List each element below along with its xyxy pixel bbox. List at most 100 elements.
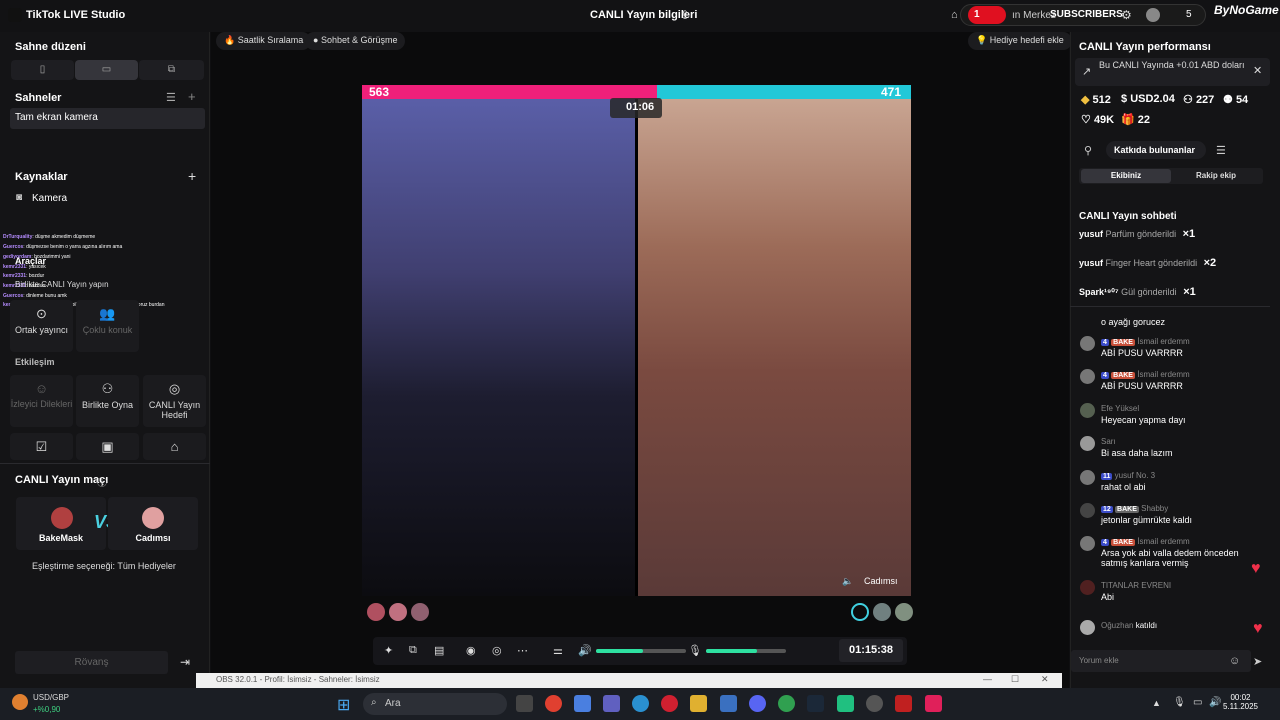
ticker-change: +%0,90 [33,705,61,714]
supporter-avatar[interactable] [851,603,869,621]
avatar [1080,580,1095,595]
steam-icon[interactable] [807,695,824,712]
supporter-avatar[interactable] [389,603,407,621]
emoji-icon[interactable]: ☺ [1229,655,1240,667]
add-source-icon[interactable]: + [188,168,196,184]
tab-your-team[interactable]: Ekibiniz [1081,169,1171,183]
source-item[interactable]: Kamera [32,193,67,204]
speaker-icon[interactable]: 🔈 [842,576,853,587]
list-icon[interactable]: ☰ [166,91,176,104]
multi-guest-card[interactable]: 👥 Çoklu konuk [76,300,139,352]
tool-card-extra-3[interactable]: ⌂ [143,433,206,460]
comment-input[interactable]: Yorum ekle [1071,650,1251,672]
chrome-icon[interactable] [545,695,562,712]
tool-card-extra-1[interactable]: ☑ [10,433,73,460]
obs-window-bar[interactable]: OBS 32.0.1 - Profil: İsimsiz - Sahneler:… [196,673,1062,688]
share-icon[interactable]: ⇪ [680,8,690,22]
edge-icon[interactable] [632,695,649,712]
layout-custom[interactable]: ⧉ [139,60,204,80]
person-plus-icon: ⚉ [1223,94,1233,106]
overlay-chat-line: Guercos: düşmezse benim o yarra agzına a… [3,244,123,250]
mic-icon[interactable]: 🎙 [688,644,702,657]
effects-icon[interactable]: ✦ [384,644,393,657]
maximize-icon[interactable]: ☐ [1011,674,1019,685]
chat-call-pill[interactable]: ● Sohbet & Görüşme [305,32,406,50]
viewer-wishes-card[interactable]: ☺ İzleyici Dilekleri [10,375,73,427]
finance-widget-icon[interactable] [12,694,28,710]
obs-icon[interactable] [866,695,883,712]
co-host-icon: ⊙ [36,306,47,321]
list-icon[interactable]: ☰ [1216,144,1226,157]
gift-message: yusuf Parfüm gönderildi ×1 [1079,228,1196,240]
more-icon[interactable]: ⋯ [517,644,528,657]
subscriber-red-badge: 1 [968,6,1006,24]
help-icon[interactable]: ⓘ [97,474,107,489]
settings-sliders-icon[interactable]: ⚌ [553,644,563,657]
user-icon[interactable]: ⚲ [1084,144,1092,157]
rematch-button[interactable]: Rövanş [15,651,168,674]
minimize-icon[interactable]: — [983,674,992,684]
add-scene-icon[interactable]: + [188,89,196,104]
gear-icon[interactable]: ⚙ [1121,8,1132,22]
store-icon[interactable] [574,695,591,712]
supporter-avatar[interactable] [873,603,891,621]
close-icon[interactable]: ✕ [1041,674,1049,685]
stage-layout-title: Sahne düzeni [15,41,86,53]
folder-icon[interactable] [690,695,707,712]
opera-icon[interactable] [661,695,678,712]
display-icon[interactable]: ▭ [1193,697,1202,708]
play-together-card[interactable]: ⚇ Birlikte Oyna [76,375,139,427]
speaker-tray-icon[interactable]: 🔊 [1209,697,1221,708]
screen-icon[interactable]: ⧉ [409,644,417,657]
send-icon[interactable]: ➤ [1253,655,1262,668]
task-view-icon[interactable] [516,695,533,712]
home-icon[interactable]: ⌂ [951,9,958,21]
gift-message: Spark¹⁹⁰⁷ Gül gönderildi ×1 [1079,286,1196,298]
volume-icon[interactable]: 🔊 [578,644,592,657]
live-goal-card[interactable]: ◎ CANLI Yayın Hedefi [143,375,206,427]
tiktok-icon[interactable] [925,695,942,712]
heart-icon: ♡ [1081,114,1091,126]
opponent-camera [638,98,911,596]
supporter-avatar[interactable] [367,603,385,621]
gifts-stat: 🎁 22 [1121,114,1151,126]
record-icon[interactable]: ◉ [466,644,476,657]
gift-goal-pill[interactable]: 💡 Hediye hedefi ekle [968,32,1072,50]
teams-icon[interactable] [603,695,620,712]
capture-icon[interactable]: ◎ [492,644,502,657]
youtube-icon[interactable] [895,695,912,712]
layout-landscape[interactable]: ▭ [75,60,138,80]
discord-icon[interactable] [749,695,766,712]
perf-title: CANLI Yayın performansı [1079,41,1211,53]
app-icon[interactable] [837,695,854,712]
tab-rival-team[interactable]: Rakip ekip [1171,169,1261,183]
sources-title: Kaynaklar [15,171,68,183]
overlay-chat-line: DrTurquality: düşme akmedim düşmeme [3,234,96,240]
chat-title: CANLI Yayın sohbeti [1079,211,1177,222]
supporter-avatar[interactable] [895,603,913,621]
close-icon[interactable]: ✕ [1253,64,1262,77]
hourly-ranking-pill[interactable]: 🔥 Saatlik Sıralama [216,32,312,50]
mic-tray-icon[interactable]: 🎙 [1173,697,1186,708]
mail-icon[interactable] [720,695,737,712]
chevron-up-icon[interactable]: ▲ [1152,698,1161,708]
layout-icon[interactable]: ▤ [434,644,444,657]
score-right: 471 [881,85,902,99]
system-clock[interactable]: 00:02 5.11.2025 [1223,693,1258,711]
scene-item[interactable]: Tam ekran kamera [10,108,205,129]
trend-icon: ↗ [1082,66,1092,78]
checklist-icon: ☑ [35,439,48,454]
contributors-button[interactable]: Katkıda bulunanlar [1106,141,1206,159]
tool-card-extra-2[interactable]: ▣ [76,433,139,460]
joystick-icon: ⚇ [101,381,114,396]
co-host-card[interactable]: ⊙ Ortak yayıncı [10,300,73,352]
goal-icon: ◎ [168,381,181,396]
taskbar-search[interactable]: Ara [363,693,507,715]
windows-start-icon[interactable]: ⊞ [337,695,350,715]
match-mode[interactable]: Eşleştirme seçeneği: Tüm Hediyeler [32,561,176,571]
layout-portrait[interactable]: ▯ [11,60,74,80]
exit-icon[interactable]: ⇥ [180,655,190,669]
chrome-active-icon[interactable] [778,695,795,712]
avatar[interactable] [1146,8,1160,22]
supporter-avatar[interactable] [411,603,429,621]
